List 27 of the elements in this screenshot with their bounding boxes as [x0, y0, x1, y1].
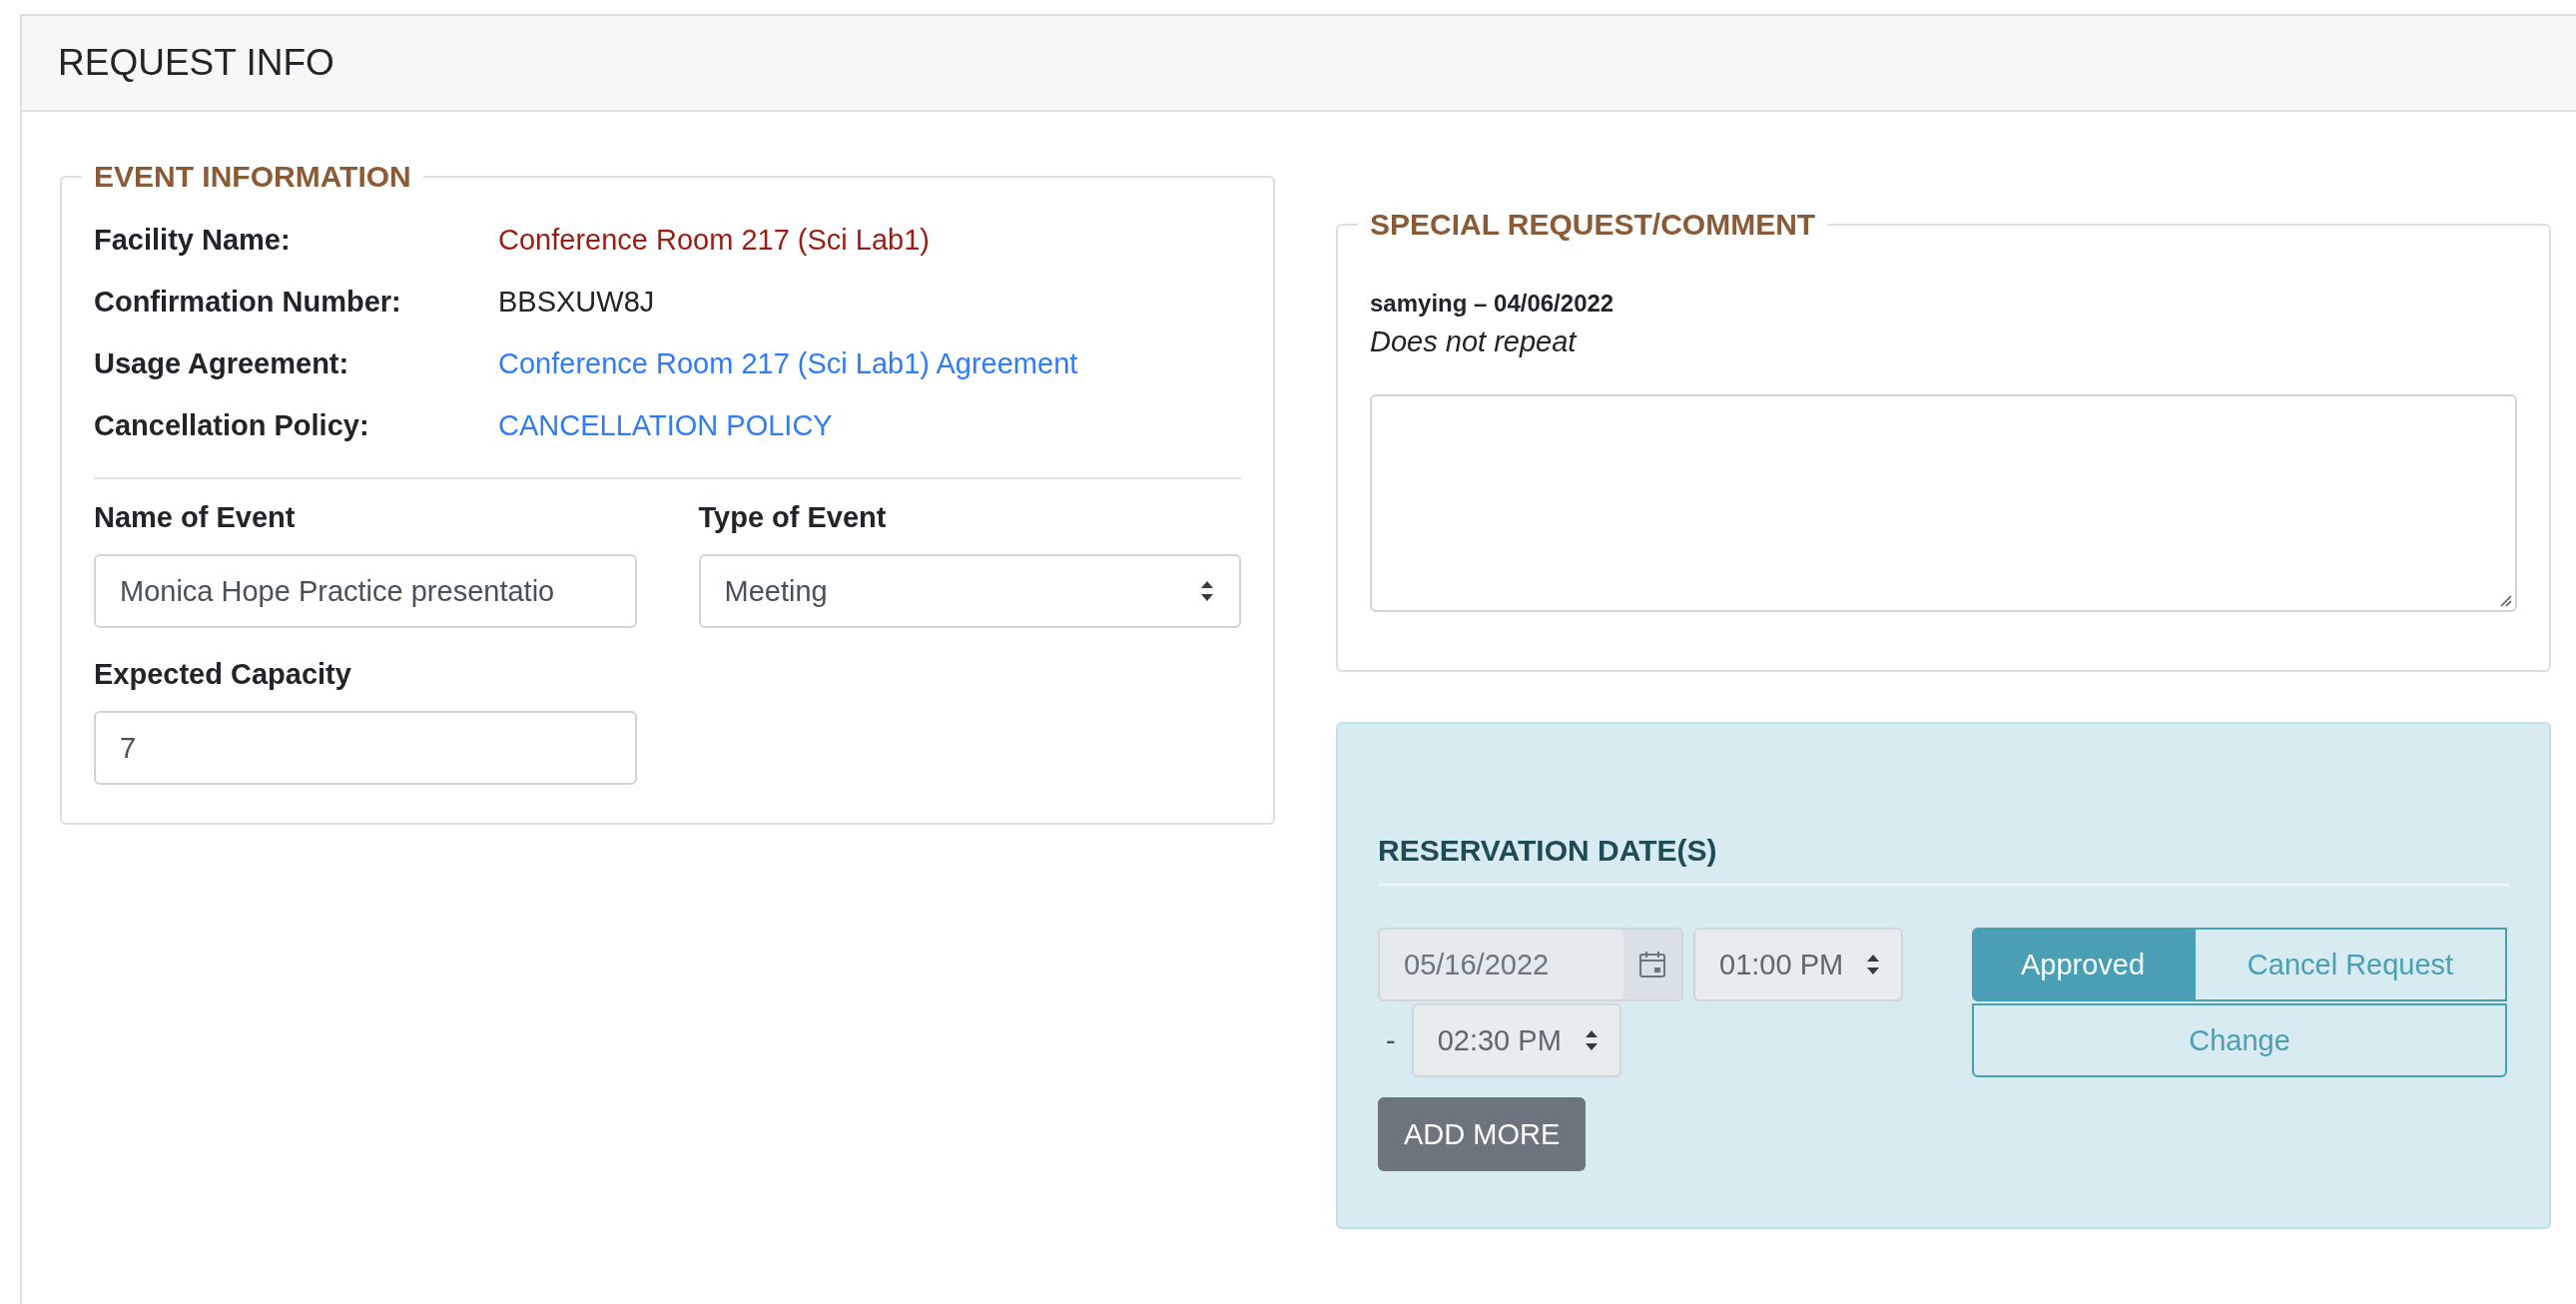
sort-arrows-icon	[1583, 1028, 1600, 1052]
add-more-button[interactable]: ADD MORE	[1378, 1097, 1587, 1171]
sort-arrows-icon	[1865, 953, 1882, 977]
detail-value: BBSXUW8J	[498, 285, 656, 320]
field-label: Type of Event	[698, 501, 888, 534]
field-label: Name of Event	[94, 501, 297, 534]
detail-link[interactable]: CANCELLATION POLICY	[498, 401, 833, 449]
detail-label: Usage Agreement:	[94, 346, 350, 381]
field-label: Expected Capacity	[94, 658, 352, 691]
input-field[interactable]: Monica Hope Practice presentatio	[94, 554, 637, 628]
time-separator: -	[1385, 1023, 1397, 1057]
calendar-icon	[1637, 950, 1667, 979]
detail-link[interactable]: Conference Room 217 (Sci Lab1) Agreement	[498, 339, 1078, 387]
section-legend: EVENT INFORMATION	[82, 160, 423, 194]
detail-label: Confirmation Number:	[94, 285, 402, 320]
comment-author: samying – 04/06/2022	[1370, 290, 1615, 318]
detail-value: Conference Room 217 (Sci Lab1)	[498, 223, 931, 258]
section-legend: SPECIAL REQUEST/COMMENT	[1358, 208, 1828, 242]
sort-arrows-icon	[1199, 579, 1215, 603]
input-field[interactable]: 7	[94, 711, 637, 785]
detail-label: Cancellation Policy:	[94, 408, 370, 443]
comment-text: Does not repeat	[1370, 326, 1579, 358]
resize-grip-icon[interactable]	[2498, 593, 2512, 607]
reservation-title: RESERVATION DATE(S)	[1378, 834, 2509, 886]
event-type-select[interactable]: Meeting	[698, 554, 1241, 628]
card-title: REQUEST INFO	[58, 42, 334, 84]
detail-label: Facility Name:	[94, 223, 292, 258]
